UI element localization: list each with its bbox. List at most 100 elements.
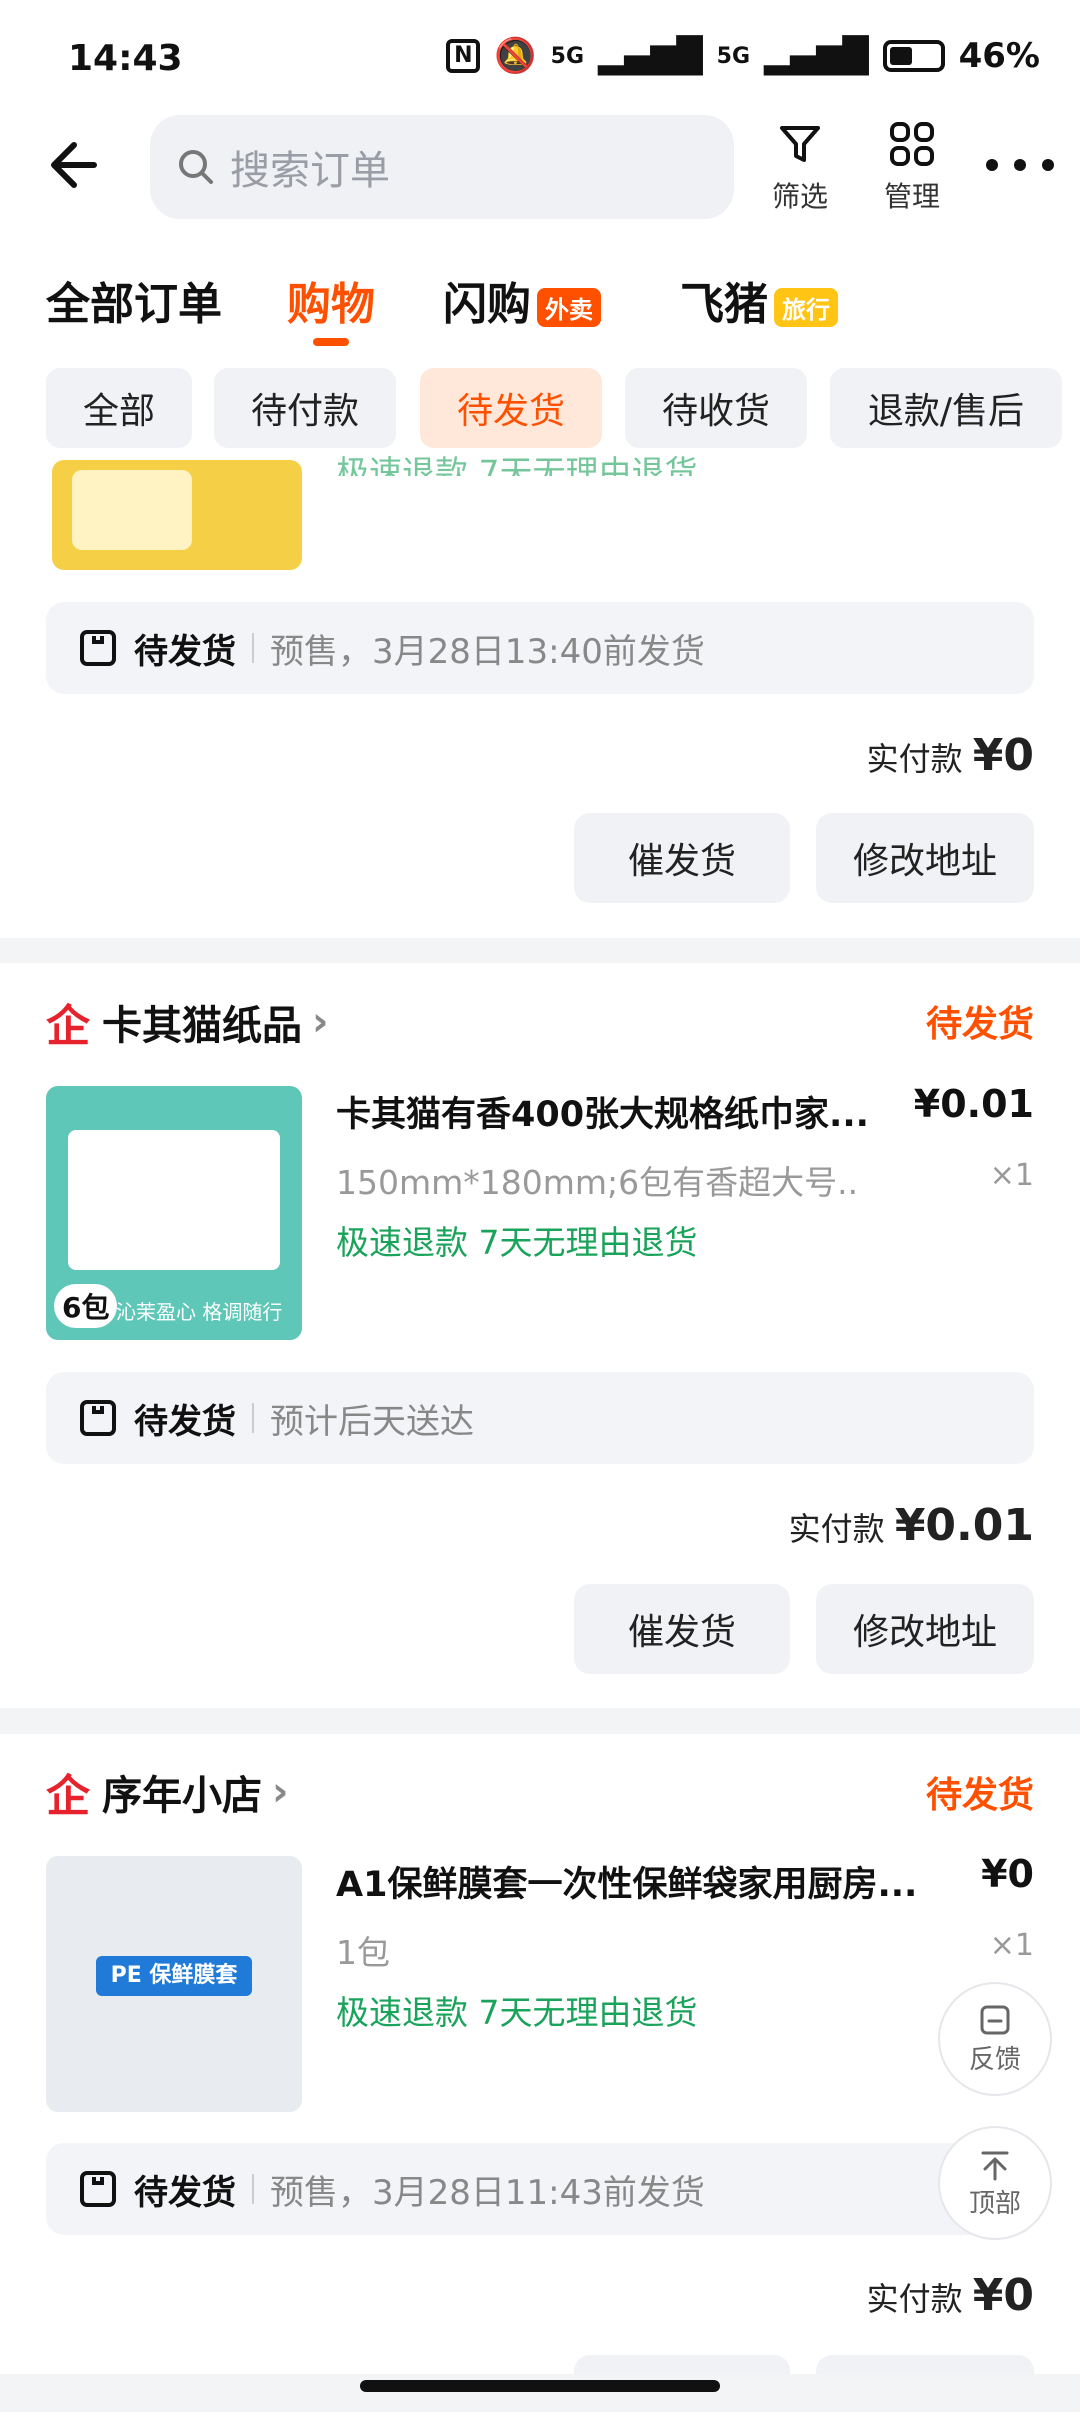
divider bbox=[252, 633, 254, 663]
product-name[interactable]: A1保鲜膜套一次性保鲜袋家用厨房... bbox=[336, 1856, 936, 1907]
product-image[interactable] bbox=[52, 460, 302, 570]
signal-5g-icon-2: 5G bbox=[716, 43, 751, 69]
service-tags: 极速退款 7天无理由退货 bbox=[336, 1223, 698, 1262]
order-status: 待发货 bbox=[925, 1775, 1034, 1816]
shipping-status-box[interactable]: 待发货 预计后天送达 bbox=[46, 1372, 1034, 1464]
status-time: 14:43 bbox=[68, 38, 183, 79]
filter-button[interactable]: 筛选 bbox=[745, 120, 855, 215]
chevron-right-icon: › bbox=[272, 1769, 289, 1815]
arrow-left-icon bbox=[51, 142, 97, 188]
shop-row[interactable]: 企 卡其猫纸品 › bbox=[46, 990, 328, 1054]
paid-amount: 实付款 ¥0 bbox=[867, 730, 1034, 781]
tab-badge-takeout: 外卖 bbox=[537, 287, 601, 327]
shipping-status-box[interactable]: 待发货 预售，3月28日11:43前发货 bbox=[46, 2143, 1034, 2235]
chevron-right-icon: › bbox=[312, 999, 329, 1045]
paid-label: 实付款 bbox=[788, 1510, 885, 1548]
shop-icon: 企 bbox=[46, 1771, 90, 1822]
paid-value: ¥0.01 bbox=[894, 1500, 1034, 1551]
tab-label: 闪购 bbox=[443, 279, 531, 330]
status-icons: N 🔕 5G ▂▄▆█ 5G ▂▄▆█ 46% bbox=[446, 36, 1040, 76]
manage-label: 管理 bbox=[883, 180, 940, 213]
shop-name: 序年小店 bbox=[102, 1773, 262, 1819]
product-qty: ×1 bbox=[989, 1928, 1034, 1963]
feedback-icon bbox=[980, 2005, 1010, 2034]
feedback-label: 反馈 bbox=[968, 2044, 1021, 2075]
product-name[interactable]: 卡其猫有香400张大规格纸巾家... bbox=[336, 1086, 896, 1137]
paid-label: 实付款 bbox=[866, 2280, 963, 2318]
shipping-status-desc: 预售，3月28日11:43前发货 bbox=[270, 2172, 705, 2213]
product-price: ¥0.01 bbox=[913, 1082, 1034, 1126]
chip-pending-payment[interactable]: 待付款 bbox=[214, 368, 396, 448]
product-image-label: PE 保鲜膜套 bbox=[96, 1956, 252, 1996]
product-price: ¥0 bbox=[981, 1852, 1034, 1896]
shop-row[interactable]: 企 序年小店 › bbox=[46, 1760, 288, 1824]
search-input[interactable]: 搜索订单 bbox=[150, 115, 734, 219]
shipping-status-box[interactable]: 待发货 预售，3月28日13:40前发货 bbox=[46, 602, 1034, 694]
partial-button[interactable] bbox=[816, 2355, 1034, 2375]
chip-refund[interactable]: 退款/售后 bbox=[830, 368, 1062, 448]
paid-label: 实付款 bbox=[866, 740, 963, 778]
chip-pending-receipt[interactable]: 待收货 bbox=[625, 368, 807, 448]
package-icon bbox=[80, 1400, 116, 1436]
filter-icon bbox=[780, 126, 820, 162]
product-image[interactable]: PE 保鲜膜套 bbox=[46, 1856, 302, 2112]
product-image[interactable]: 6包 沁茉盈心 格调随行 bbox=[46, 1086, 302, 1340]
search-icon bbox=[179, 150, 213, 184]
chip-all[interactable]: 全部 bbox=[46, 368, 192, 448]
tab-flash[interactable]: 闪购 外卖 bbox=[443, 268, 601, 332]
tab-label: 全部订单 bbox=[46, 279, 222, 330]
home-indicator[interactable] bbox=[360, 2380, 720, 2392]
shop-name: 卡其猫纸品 bbox=[102, 1003, 302, 1049]
battery-icon bbox=[882, 40, 945, 72]
paid-amount: 实付款 ¥0.01 bbox=[789, 1500, 1034, 1551]
signal-bars-icon-2: ▂▄▆█ bbox=[764, 36, 869, 76]
back-to-top-button[interactable]: 顶部 bbox=[938, 2126, 1052, 2240]
urge-shipment-button[interactable]: 催发货 bbox=[574, 813, 790, 903]
tab-fliggy[interactable]: 飞猪 旅行 bbox=[680, 268, 838, 332]
service-tags: 极速退款 7天无理由退货 bbox=[336, 453, 698, 476]
shipping-status-title: 待发货 bbox=[134, 2172, 236, 2213]
shop-icon: 企 bbox=[46, 1001, 90, 1052]
divider bbox=[252, 1403, 254, 1433]
product-qty: ×1 bbox=[989, 1158, 1034, 1193]
product-image-box bbox=[72, 470, 192, 550]
nfc-icon: N bbox=[446, 39, 481, 73]
modify-address-button[interactable]: 修改地址 bbox=[816, 813, 1034, 903]
product-image-badge: 6包 bbox=[54, 1284, 118, 1328]
tab-indicator bbox=[313, 338, 349, 346]
modify-address-button[interactable]: 修改地址 bbox=[816, 1584, 1034, 1674]
chip-pending-shipment[interactable]: 待发货 bbox=[420, 368, 602, 448]
top-label: 顶部 bbox=[968, 2188, 1021, 2219]
product-spec: 1包 bbox=[336, 1933, 390, 1972]
partial-button[interactable] bbox=[574, 2355, 790, 2375]
tab-label: 购物 bbox=[287, 279, 375, 330]
mute-icon: 🔕 bbox=[494, 36, 537, 76]
tab-shopping[interactable]: 购物 bbox=[287, 268, 375, 346]
feedback-button[interactable]: 反馈 bbox=[938, 1982, 1052, 2096]
search-placeholder: 搜索订单 bbox=[230, 148, 390, 194]
product-image-box bbox=[68, 1130, 280, 1270]
product-spec: 150mm*180mm;6包有香超大号... bbox=[336, 1163, 856, 1202]
package-icon bbox=[80, 630, 116, 666]
urge-shipment-button[interactable]: 催发货 bbox=[574, 1584, 790, 1674]
package-icon bbox=[80, 2171, 116, 2207]
manage-button[interactable]: 管理 bbox=[857, 120, 967, 215]
back-button[interactable] bbox=[44, 130, 114, 200]
tab-badge-travel: 旅行 bbox=[774, 287, 838, 327]
service-tags: 极速退款 7天无理由退货 bbox=[336, 1993, 698, 2032]
battery-level: 46% bbox=[958, 36, 1040, 76]
tab-label: 飞猪 bbox=[680, 279, 768, 330]
signal-5g-icon: 5G bbox=[550, 43, 585, 69]
shipping-status-title: 待发货 bbox=[134, 631, 236, 672]
tab-all-orders[interactable]: 全部订单 bbox=[46, 268, 222, 332]
signal-bars-icon: ▂▄▆█ bbox=[598, 36, 703, 76]
shipping-status-desc: 预售，3月28日13:40前发货 bbox=[270, 631, 705, 672]
grid-icon bbox=[890, 122, 934, 166]
filter-label: 筛选 bbox=[771, 180, 828, 213]
paid-value: ¥0 bbox=[972, 730, 1034, 781]
product-image-banner: 沁茉盈心 格调随行 bbox=[116, 1300, 283, 1324]
shipping-status-desc: 预计后天送达 bbox=[270, 1401, 474, 1442]
more-button[interactable] bbox=[980, 145, 1060, 185]
arrow-up-icon bbox=[981, 2151, 1009, 2180]
more-icon bbox=[986, 159, 1054, 171]
